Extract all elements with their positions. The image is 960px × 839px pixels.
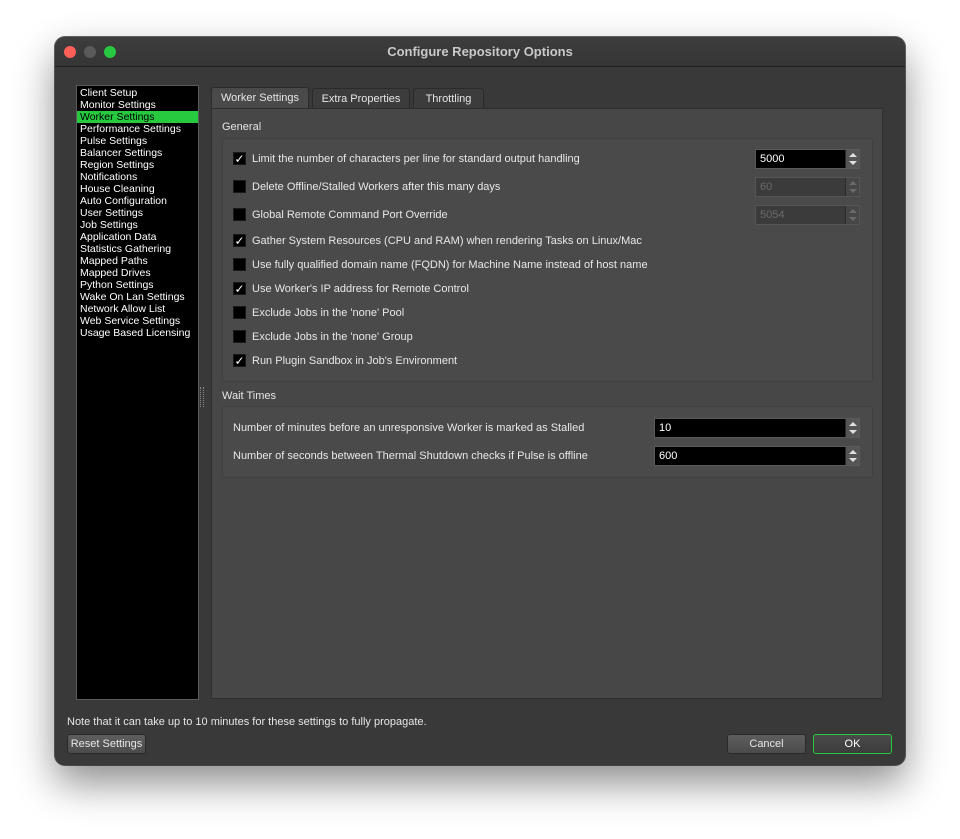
title-bar: Configure Repository Options [55,37,905,67]
sidebar-item-worker-settings[interactable]: Worker Settings [77,111,198,123]
sidebar-item-user-settings[interactable]: User Settings [77,207,198,219]
settings-category-list[interactable]: Client Setup Monitor Settings Worker Set… [76,85,199,700]
general-group-title: General [222,121,262,133]
exclude-none-pool-label: Exclude Jobs in the 'none' Pool [252,307,405,319]
stalled-minutes-stepper[interactable] [845,419,859,437]
window-title: Configure Repository Options [387,44,573,59]
worker-ip-remote-control-checkbox[interactable]: ✓ [233,282,246,295]
sidebar-item-wake-on-lan-settings[interactable]: Wake On Lan Settings [77,291,198,303]
worker-settings-panel: General ✓ Limit the number of characters… [211,108,883,699]
thermal-shutdown-seconds-value[interactable]: 600 [659,450,677,462]
sidebar-item-mapped-drives[interactable]: Mapped Drives [77,267,198,279]
limit-characters-value[interactable]: 5000 [760,153,784,165]
sidebar-item-mapped-paths[interactable]: Mapped Paths [77,255,198,267]
configure-repository-dialog: Configure Repository Options Client Setu… [55,37,905,765]
thermal-shutdown-seconds-stepper[interactable] [845,447,859,465]
sidebar-item-usage-based-licensing[interactable]: Usage Based Licensing [77,327,198,339]
thermal-shutdown-seconds-label: Number of seconds between Thermal Shutdo… [233,450,588,462]
sidebar-item-performance-settings[interactable]: Performance Settings [77,123,198,135]
wait-times-group-title: Wait Times [222,390,276,402]
limit-characters-spinbox[interactable]: 5000 [755,149,860,169]
spin-down-arrow-icon [849,217,857,221]
sidebar-item-region-settings[interactable]: Region Settings [77,159,198,171]
use-fqdn-label: Use fully qualified domain name (FQDN) f… [252,259,648,271]
sidebar-item-statistics-gathering[interactable]: Statistics Gathering [77,243,198,255]
thermal-shutdown-seconds-spinbox[interactable]: 600 [654,446,860,466]
spin-down-arrow-icon[interactable] [849,458,857,462]
remote-command-port-checkbox[interactable] [233,208,246,221]
wait-times-group-box: Number of minutes before an unresponsive… [222,406,873,478]
cancel-button[interactable]: Cancel [727,734,806,754]
delete-offline-days-stepper [845,178,859,196]
option-stalled-minutes: Number of minutes before an unresponsive… [233,420,643,436]
spin-down-arrow-icon [849,189,857,193]
exclude-none-group-label: Exclude Jobs in the 'none' Group [252,331,413,343]
option-exclude-none-pool[interactable]: Exclude Jobs in the 'none' Pool [233,305,863,321]
spin-up-arrow-icon[interactable] [849,153,857,157]
spin-up-arrow-icon [849,181,857,185]
ok-button[interactable]: OK [813,734,892,754]
propagation-note: Note that it can take up to 10 minutes f… [67,716,427,728]
option-remote-command-port[interactable]: Global Remote Command Port Override [233,207,733,223]
remote-command-port-label: Global Remote Command Port Override [252,209,448,221]
splitter-handle[interactable] [200,387,204,407]
tab-extra-properties[interactable]: Extra Properties [312,88,410,108]
limit-characters-checkbox[interactable]: ✓ [233,152,246,165]
limit-characters-stepper[interactable] [845,150,859,168]
delete-offline-days-value: 60 [760,181,773,193]
option-exclude-none-group[interactable]: Exclude Jobs in the 'none' Group [233,329,863,345]
stalled-minutes-value[interactable]: 10 [659,422,671,434]
tab-throttling[interactable]: Throttling [413,88,484,108]
sidebar-item-pulse-settings[interactable]: Pulse Settings [77,135,198,147]
plugin-sandbox-label: Run Plugin Sandbox in Job's Environment [252,355,458,367]
option-worker-ip-remote-control[interactable]: ✓ Use Worker's IP address for Remote Con… [233,281,863,297]
stalled-minutes-label: Number of minutes before an unresponsive… [233,422,585,434]
option-delete-offline-workers[interactable]: Delete Offline/Stalled Workers after thi… [233,179,733,195]
plugin-sandbox-checkbox[interactable]: ✓ [233,354,246,367]
exclude-none-pool-checkbox[interactable] [233,306,246,319]
sidebar-item-web-service-settings[interactable]: Web Service Settings [77,315,198,327]
spin-up-arrow-icon [849,209,857,213]
remote-command-port-stepper [845,206,859,224]
spin-up-arrow-icon[interactable] [849,450,857,454]
sidebar-item-job-settings[interactable]: Job Settings [77,219,198,231]
worker-ip-remote-control-label: Use Worker's IP address for Remote Contr… [252,283,469,295]
remote-command-port-spinbox: 5054 [755,205,860,225]
sidebar-item-monitor-settings[interactable]: Monitor Settings [77,99,198,111]
limit-characters-label: Limit the number of characters per line … [252,153,580,165]
spin-down-arrow-icon[interactable] [849,161,857,165]
sidebar-item-python-settings[interactable]: Python Settings [77,279,198,291]
use-fqdn-checkbox[interactable] [233,258,246,271]
stalled-minutes-spinbox[interactable]: 10 [654,418,860,438]
sidebar-item-application-data[interactable]: Application Data [77,231,198,243]
sidebar-item-house-cleaning[interactable]: House Cleaning [77,183,198,195]
delete-offline-workers-checkbox[interactable] [233,180,246,193]
spin-down-arrow-icon[interactable] [849,430,857,434]
option-thermal-shutdown-seconds: Number of seconds between Thermal Shutdo… [233,448,643,464]
exclude-none-group-checkbox[interactable] [233,330,246,343]
sidebar-item-auto-configuration[interactable]: Auto Configuration [77,195,198,207]
general-group-box: ✓ Limit the number of characters per lin… [222,138,873,382]
sidebar-item-balancer-settings[interactable]: Balancer Settings [77,147,198,159]
option-gather-system-resources[interactable]: ✓ Gather System Resources (CPU and RAM) … [233,233,863,249]
gather-system-resources-checkbox[interactable]: ✓ [233,234,246,247]
tab-worker-settings[interactable]: Worker Settings [211,87,309,109]
option-plugin-sandbox[interactable]: ✓ Run Plugin Sandbox in Job's Environmen… [233,353,863,369]
sidebar-item-client-setup[interactable]: Client Setup [77,87,198,99]
option-use-fqdn[interactable]: Use fully qualified domain name (FQDN) f… [233,257,863,273]
spin-up-arrow-icon[interactable] [849,422,857,426]
delete-offline-days-spinbox: 60 [755,177,860,197]
reset-settings-button[interactable]: Reset Settings [67,734,146,754]
gather-system-resources-label: Gather System Resources (CPU and RAM) wh… [252,235,642,247]
delete-offline-workers-label: Delete Offline/Stalled Workers after thi… [252,181,501,193]
remote-command-port-value: 5054 [760,209,785,221]
sidebar-item-network-allow-list[interactable]: Network Allow List [77,303,198,315]
sidebar-item-notifications[interactable]: Notifications [77,171,198,183]
